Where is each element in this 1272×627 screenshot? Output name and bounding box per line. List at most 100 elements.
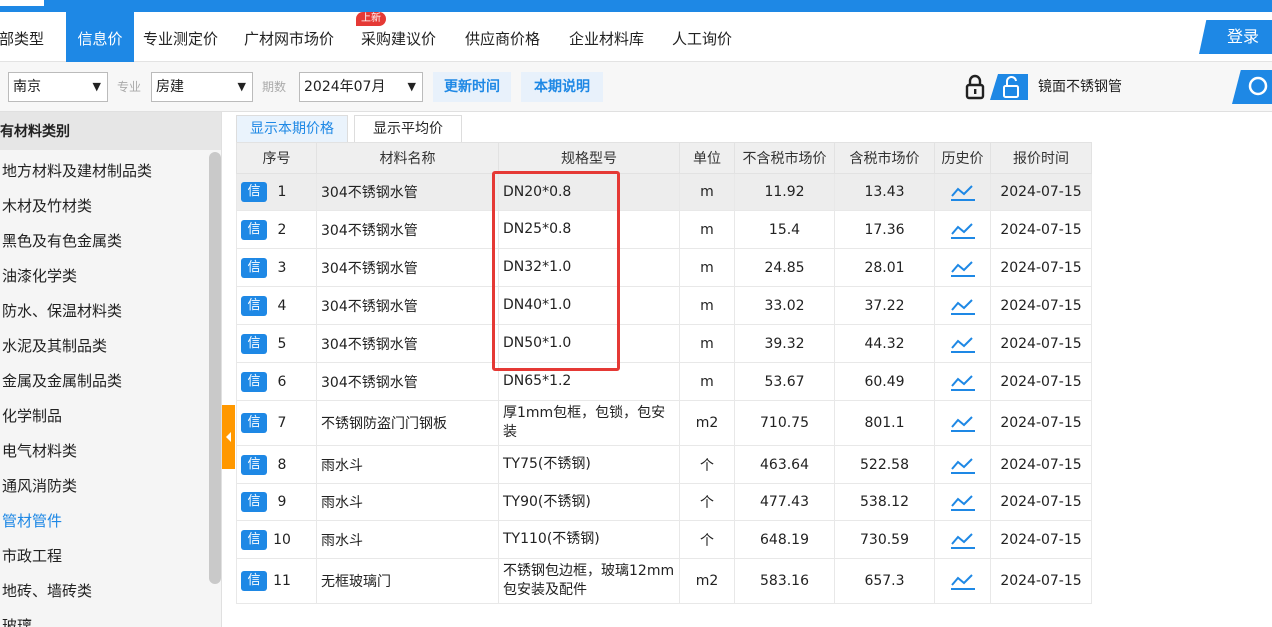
major-label: 专业 [117, 80, 142, 94]
history-cell [934, 173, 991, 211]
line-chart-icon[interactable] [950, 258, 976, 278]
info-badge-icon[interactable]: 信 [241, 371, 267, 392]
line-chart-icon[interactable] [950, 492, 976, 512]
quote-date: 2024-07-15 [990, 173, 1092, 211]
nav-enterprise-library[interactable]: 企业材料库 [569, 12, 644, 62]
info-badge-icon[interactable]: 信 [241, 257, 267, 278]
sidebar-item-paint[interactable]: 油漆化学类 [2, 259, 212, 294]
sidebar-item-ventilation[interactable]: 通风消防类 [2, 469, 212, 504]
info-badge-icon[interactable]: 信 [241, 182, 267, 202]
lock-icon[interactable] [963, 74, 987, 100]
period-note-button[interactable]: 本期说明 [521, 72, 603, 102]
login-button[interactable]: 登录 [1199, 20, 1272, 54]
row-index-cell: 信 11 [236, 558, 317, 604]
info-badge-icon[interactable]: 信 [241, 413, 267, 433]
nav-info-price[interactable]: 信息价 [66, 12, 134, 62]
material-name: 雨水斗 [316, 483, 499, 521]
quote-date: 2024-07-15 [990, 248, 1092, 287]
tab-average-price[interactable]: 显示平均价 [354, 115, 462, 142]
nav-all-types[interactable]: 全部类型 [0, 12, 60, 62]
nav-labor-inquiry[interactable]: 人工询价 [672, 12, 732, 62]
table-row[interactable]: 信 7 不锈钢防盗门门钢板 厚1mm包框，包锁，包安装 m2 710.75 801.1 202… [236, 400, 1092, 446]
sidebar-item-waterproof[interactable]: 防水、保温材料类 [2, 294, 212, 329]
row-index-cell: 信8 [236, 445, 317, 484]
table-row[interactable]: 信 8 雨水斗 TY75(不锈钢) 个 463.64 522.58 2024-07-15 [236, 445, 1092, 484]
table-row[interactable]: 信 2 304不锈钢水管 DN25*0.8 m 15.4 17.36 2024-07-15 [236, 210, 1092, 249]
table-row[interactable]: 信 6 304不锈钢水管 DN65*1.2 m 53.67 60.49 2024-07-15 [236, 362, 1092, 401]
tab-current-price[interactable]: 显示本期价格 [236, 115, 348, 142]
sidebar-item-metal-products[interactable]: 金属及金属制品类 [2, 364, 212, 399]
update-time-button[interactable]: 更新时间 [433, 72, 511, 102]
price-in-tax: 13.43 [834, 173, 935, 211]
table-row[interactable]: 信 9 雨水斗 TY90(不锈钢) 个 477.43 538.12 2024-07-15 [236, 483, 1092, 521]
row-index: 11 [273, 573, 291, 589]
info-badge-icon[interactable]: 信 [241, 454, 267, 475]
sidebar-item-cement[interactable]: 水泥及其制品类 [2, 329, 212, 364]
price-in-tax: 28.01 [834, 248, 935, 287]
material-name: 雨水斗 [316, 520, 499, 559]
table-row[interactable]: 信 4 304不锈钢水管 DN40*1.0 m 33.02 37.22 2024-07-15 [236, 286, 1092, 325]
major-select[interactable]: 房建 ▼ [151, 72, 253, 102]
row-index: 1 [277, 184, 287, 200]
period-select[interactable]: 2024年07月 ▼ [299, 72, 423, 102]
row-index-cell: 信7 [236, 400, 317, 446]
row-index: 7 [277, 415, 287, 431]
col-index: 序号 [236, 142, 317, 174]
spec: 厚1mm包框，包锁，包安装 [498, 400, 680, 446]
sidebar-item-chemical[interactable]: 化学制品 [2, 399, 212, 434]
line-chart-icon[interactable] [950, 296, 976, 316]
unlock-icon[interactable] [990, 74, 1028, 100]
line-chart-icon[interactable] [950, 372, 976, 392]
table-row[interactable]: 信 11 无框玻璃门 不锈钢包边框，玻璃12mm包安装及配件 m2 583.16 657.3… [236, 558, 1092, 604]
sidebar-collapse-handle[interactable] [222, 405, 235, 469]
line-chart-icon[interactable] [950, 413, 976, 433]
price-ex-tax: 463.64 [734, 445, 835, 484]
line-chart-icon[interactable] [950, 334, 976, 354]
table-row[interactable]: 信 3 304不锈钢水管 DN32*1.0 m 24.85 28.01 2024-07-15 [236, 248, 1092, 287]
sidebar-item-tiles[interactable]: 地砖、墙砖类 [2, 574, 212, 609]
unit: m2 [679, 558, 735, 604]
chevron-left-icon [226, 432, 231, 442]
sidebar-item-local-materials[interactable]: 地方材料及建材制品类 [2, 154, 212, 189]
nav-supplier-price[interactable]: 供应商价格 [465, 12, 540, 62]
price-in-tax: 538.12 [834, 483, 935, 521]
chevron-down-icon: ▼ [407, 80, 416, 93]
sidebar-item-metals[interactable]: 黑色及有色金属类 [2, 224, 212, 259]
info-badge-icon[interactable]: 信 [241, 492, 267, 512]
sidebar-item-municipal[interactable]: 市政工程 [2, 539, 212, 574]
nav-professional-price[interactable]: 专业测定价 [143, 12, 218, 62]
table-row[interactable]: 信 5 304不锈钢水管 DN50*1.0 m 39.32 44.32 2024-07-15 [236, 324, 1092, 363]
city-select[interactable]: 南京 ▼ [8, 72, 108, 102]
table-row[interactable]: 信 10 雨水斗 TY110(不锈钢) 个 648.19 730.59 2024-07-15 [236, 520, 1092, 559]
nav-purchase-advice[interactable]: 采购建议价 [361, 12, 436, 62]
history-cell [934, 286, 991, 325]
sidebar-item-glass[interactable]: 玻璃 [2, 609, 212, 627]
info-badge-icon[interactable]: 信 [241, 333, 267, 354]
line-chart-icon[interactable] [950, 571, 976, 591]
price-ex-tax: 477.43 [734, 483, 835, 521]
line-chart-icon[interactable] [950, 530, 976, 550]
nav-market-price[interactable]: 广材网市场价 [244, 12, 334, 62]
row-index-cell: 信6 [236, 362, 317, 401]
quote-date: 2024-07-15 [990, 324, 1092, 363]
sidebar-scrollbar[interactable] [209, 152, 221, 584]
search-input[interactable]: 镜面不锈钢管 [1032, 72, 1232, 102]
table-row[interactable]: 信 1 304不锈钢水管 DN20*0.8 m 11.92 13.43 2024-07-15 [236, 173, 1092, 211]
row-index: 5 [277, 335, 287, 352]
row-index: 3 [277, 259, 287, 276]
info-badge-icon[interactable]: 信 [241, 529, 267, 550]
sidebar-item-wood[interactable]: 木材及竹材类 [2, 189, 212, 224]
info-badge-icon[interactable]: 信 [241, 295, 267, 316]
info-badge-icon[interactable]: 信 [241, 571, 267, 591]
sidebar-item-pipes[interactable]: 管材管件 [2, 504, 212, 539]
row-index-cell: 信3 [236, 248, 317, 287]
line-chart-icon[interactable] [950, 182, 976, 202]
spec: DN50*1.0 [498, 324, 680, 363]
search-button[interactable] [1232, 70, 1272, 104]
sidebar-item-electrical[interactable]: 电气材料类 [2, 434, 212, 469]
line-chart-icon[interactable] [950, 455, 976, 475]
unit: m [679, 210, 735, 249]
info-badge-icon[interactable]: 信 [241, 219, 267, 240]
price-in-tax: 17.36 [834, 210, 935, 249]
line-chart-icon[interactable] [950, 220, 976, 240]
